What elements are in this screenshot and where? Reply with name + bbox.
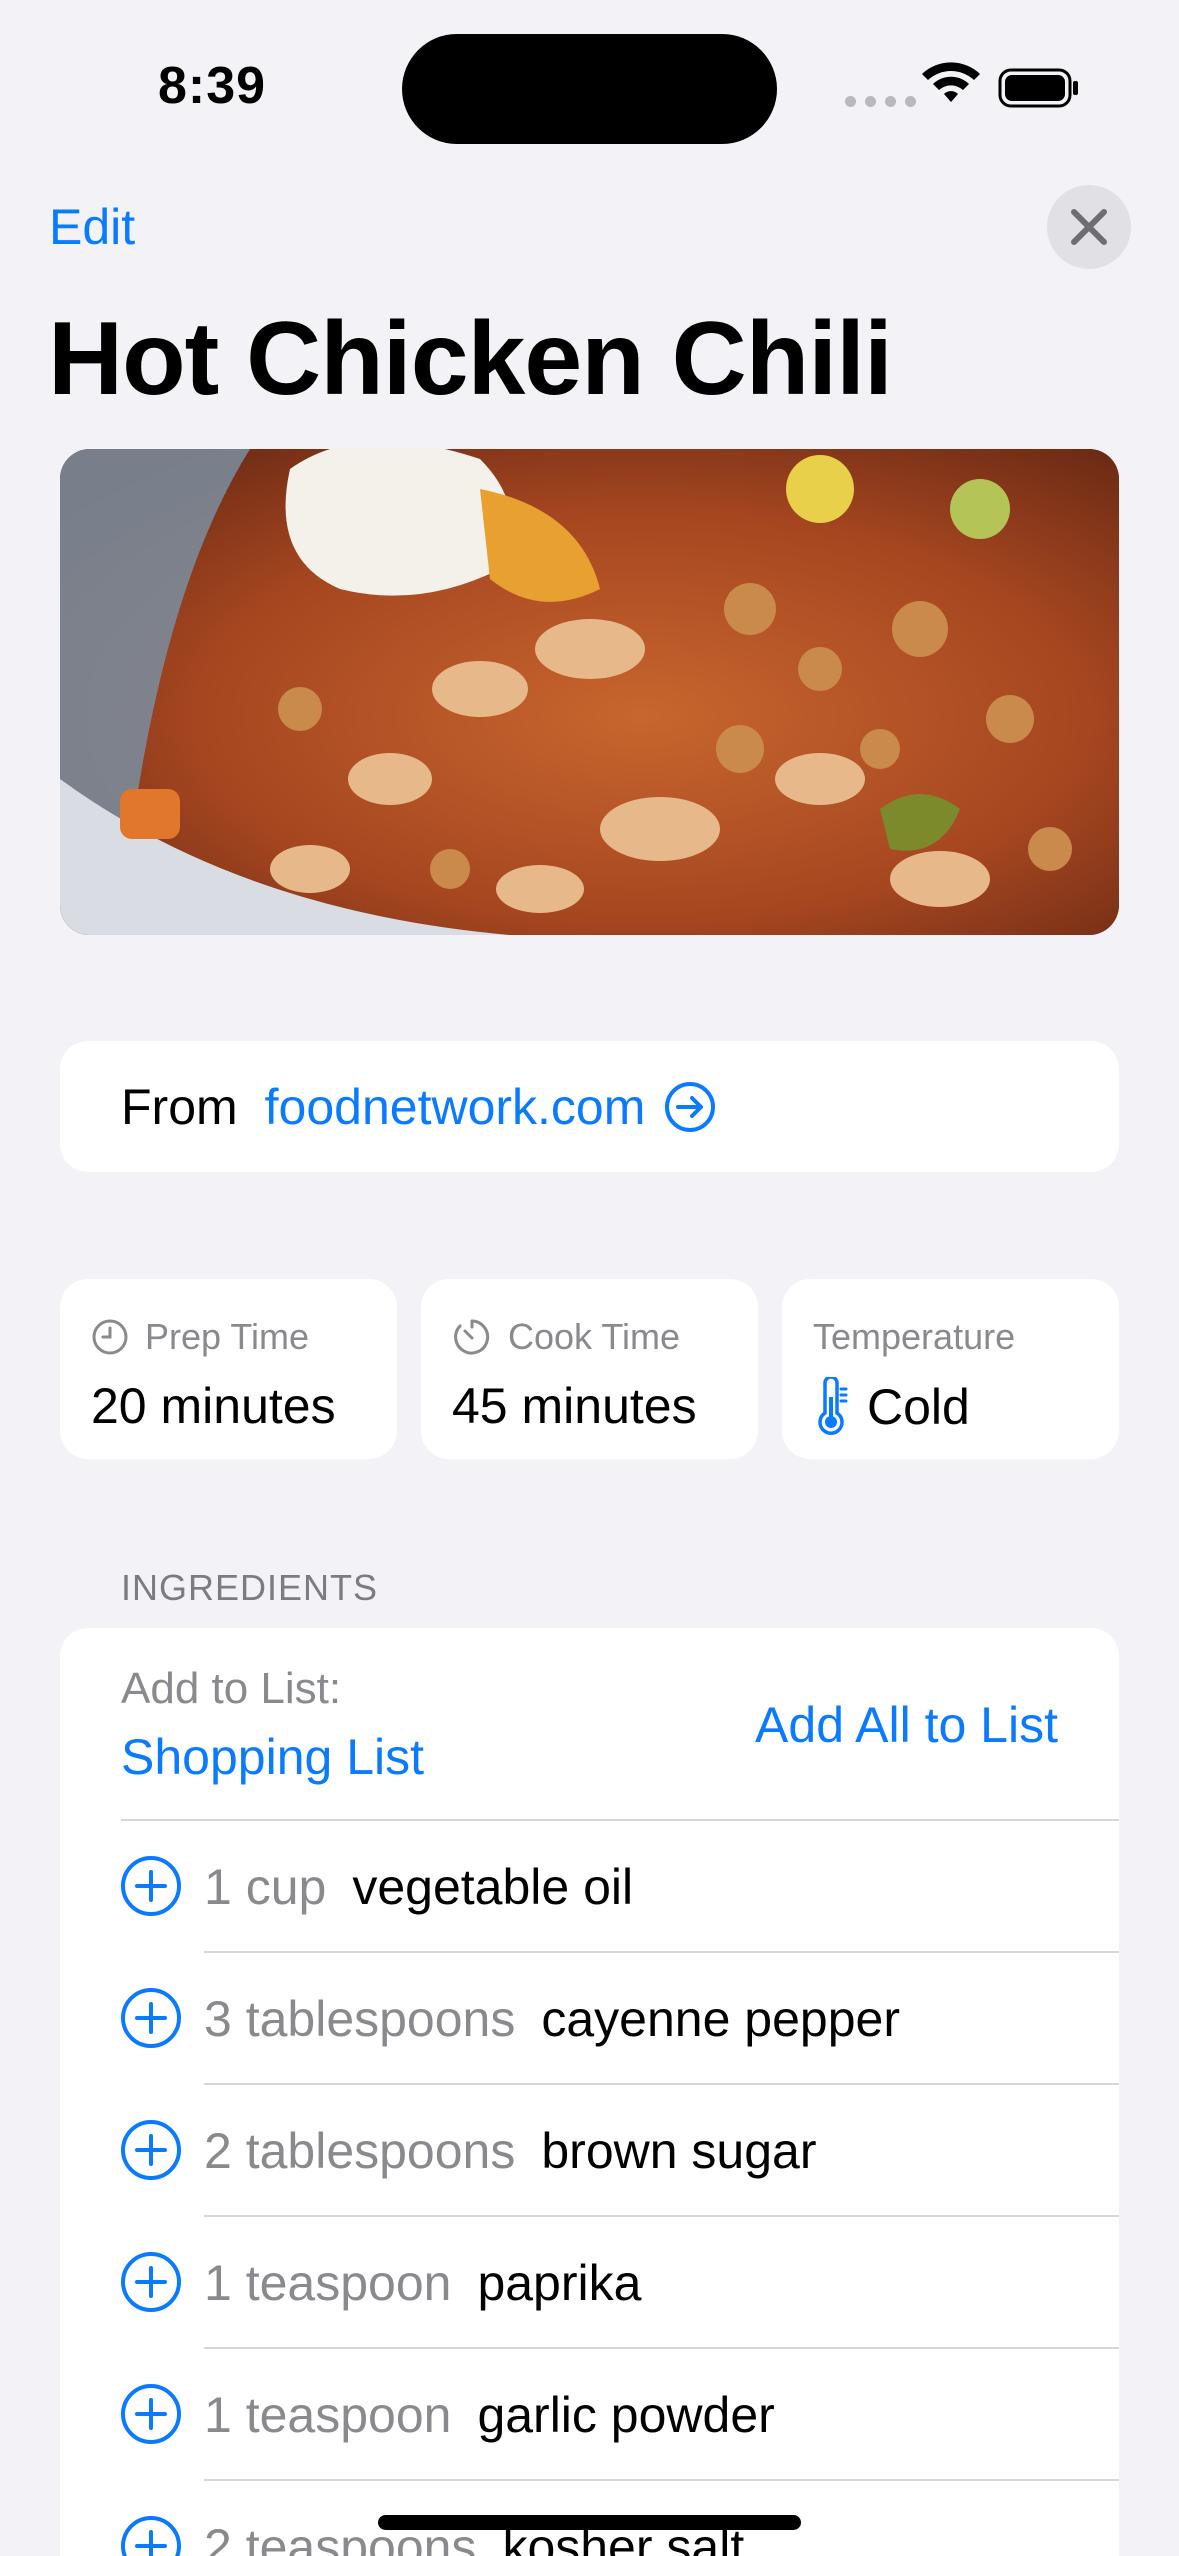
recipe-title: Hot Chicken Chili	[48, 301, 893, 417]
source-link[interactable]: foodnetwork.com	[265, 1078, 718, 1136]
add-circle-icon[interactable]	[119, 1854, 183, 1918]
ingredient-row[interactable]: 1 teaspoon paprika	[60, 2217, 1119, 2349]
cook-time-value: 45 minutes	[452, 1378, 697, 1434]
prep-time-value: 20 minutes	[91, 1378, 336, 1434]
temperature-label: Temperature	[813, 1316, 1016, 1357]
add-all-to-list-button[interactable]: Add All to List	[755, 1696, 1058, 1754]
cook-time-label: Cook Time	[508, 1316, 681, 1357]
clock-icon	[92, 1319, 128, 1355]
add-circle-icon[interactable]	[119, 2382, 183, 2446]
prep-time-card: Prep Time 20 minutes	[60, 1279, 397, 1459]
prep-time-label: Prep Time	[145, 1316, 310, 1357]
ingredient-quantity: 1 teaspoon	[204, 2387, 452, 2443]
ingredients-card: Add to List: Shopping List Add All to Li…	[60, 1628, 1119, 2556]
ingredient-quantity: 1 teaspoon	[204, 2255, 452, 2311]
add-to-list-label: Add to List:	[121, 1664, 342, 1713]
add-circle-icon[interactable]	[119, 2250, 183, 2314]
dynamic-island	[402, 34, 777, 144]
timer-icon	[454, 1319, 490, 1355]
ingredient-row[interactable]: 2 tablespoons brown sugar	[60, 2085, 1119, 2217]
ingredient-name: paprika	[477, 2255, 642, 2311]
arrow-right-circle-icon	[665, 1081, 716, 1132]
temperature-value: Cold	[867, 1379, 970, 1435]
add-circle-icon[interactable]	[119, 2514, 183, 2556]
add-circle-icon[interactable]	[119, 1986, 183, 2050]
thermometer-icon	[818, 1377, 848, 1435]
add-to-list-picker[interactable]: Add to List: Shopping List	[121, 1664, 424, 1786]
battery-icon	[998, 68, 1078, 108]
ingredient-row[interactable]: 3 tablespoons cayenne pepper	[60, 1953, 1119, 2085]
ingredient-quantity: 1 cup	[204, 1859, 327, 1915]
cook-time-card: Cook Time 45 minutes	[421, 1279, 758, 1459]
cellular-signal-icon	[845, 96, 916, 107]
ingredient-row[interactable]: 1 cup vegetable oil	[60, 1821, 1119, 1953]
ingredient-name: vegetable oil	[352, 1859, 634, 1915]
source-card[interactable]: From foodnetwork.com	[60, 1041, 1119, 1172]
temperature-card: Temperature Cold	[782, 1279, 1119, 1459]
source-prefix: From	[121, 1078, 238, 1135]
ingredient-name: cayenne pepper	[541, 1991, 900, 2047]
status-time: 8:39	[158, 57, 267, 115]
add-circle-icon[interactable]	[119, 2118, 183, 2182]
ingredient-name: garlic powder	[477, 2387, 775, 2443]
ingredient-name: brown sugar	[541, 2123, 817, 2179]
ingredient-quantity: 2 tablespoons	[204, 2123, 516, 2179]
edit-button[interactable]: Edit	[49, 198, 135, 256]
close-button[interactable]	[1047, 185, 1131, 269]
shopping-list-selector[interactable]: Shopping List	[121, 1728, 424, 1786]
wifi-icon	[922, 62, 980, 102]
ingredient-quantity: 3 tablespoons	[204, 1991, 516, 2047]
source-site: foodnetwork.com	[264, 1078, 646, 1135]
xmark-icon	[1071, 209, 1107, 245]
ingredient-row[interactable]: 1 teaspoon garlic powder	[60, 2349, 1119, 2481]
recipe-detail-screen: 8:39 Edit Hot Chicken Chili From foodnet…	[0, 0, 1179, 2556]
ingredients-header: INGREDIENTS	[121, 1567, 379, 1608]
home-indicator[interactable]	[378, 2515, 801, 2530]
recipe-photo	[60, 449, 1119, 935]
